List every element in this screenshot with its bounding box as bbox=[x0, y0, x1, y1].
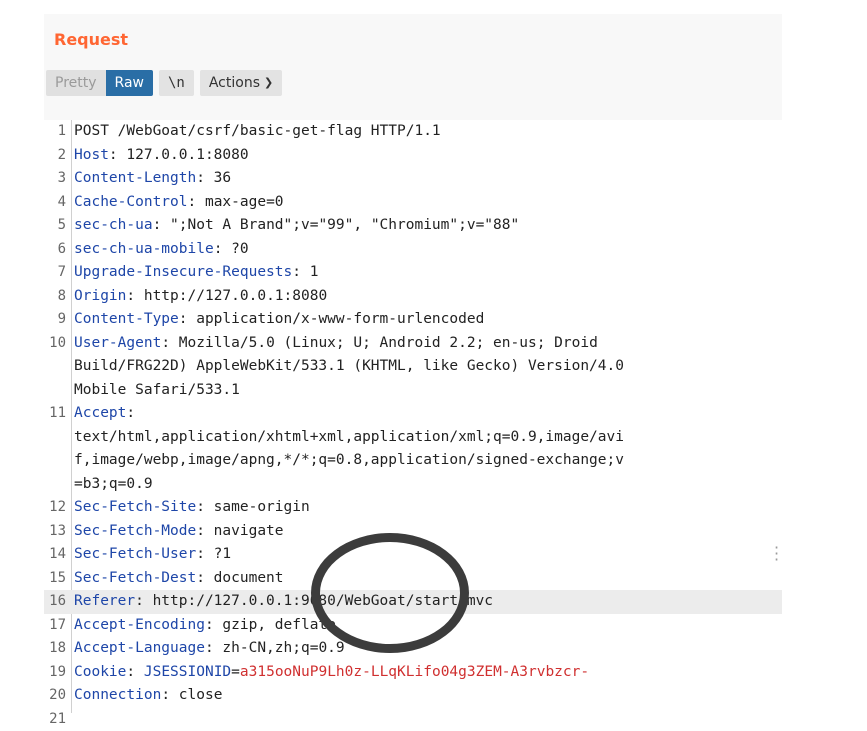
header-value: : bbox=[126, 405, 135, 421]
request-line[interactable]: 20 Connection: close bbox=[44, 684, 782, 708]
header-value: : gzip, deflate bbox=[205, 617, 336, 633]
header-value: : ?1 bbox=[196, 546, 231, 562]
header-name: Connection bbox=[74, 687, 161, 703]
line-number: 10 bbox=[44, 332, 66, 356]
header-name: Referer bbox=[74, 593, 135, 609]
request-line[interactable]: 2 Host: 127.0.0.1:8080 bbox=[44, 144, 782, 168]
header-value: : Mozilla/5.0 (Linux; U; Android 2.2; en… bbox=[161, 335, 598, 351]
request-line[interactable]: 9 Content-Type: application/x-www-form-ur… bbox=[44, 308, 782, 332]
show-newlines-button[interactable]: \n bbox=[159, 70, 194, 96]
line-number: 15 bbox=[44, 567, 66, 591]
header-value: : bbox=[126, 664, 143, 680]
header-value: : same-origin bbox=[196, 499, 310, 515]
request-line[interactable]: 19 Cookie: JSESSIONID=a315ooNuP9Lh0z-LLqK… bbox=[44, 661, 782, 685]
header-name: Sec-Fetch-User bbox=[74, 546, 196, 562]
header-value: : http://127.0.0.1:8080 bbox=[126, 288, 327, 304]
request-line[interactable]: =b3;q=0.9 bbox=[44, 473, 782, 497]
header-name: Host bbox=[74, 147, 109, 163]
line-number: 6 bbox=[44, 238, 66, 262]
header-value: : 127.0.0.1:8080 bbox=[109, 147, 249, 163]
header-value: : close bbox=[161, 687, 222, 703]
cookie-value: a315ooNuP9Lh0z-LLqKLifo04g3ZEM-A3rvbzcr- bbox=[240, 664, 589, 680]
header-value: : navigate bbox=[196, 523, 283, 539]
request-line[interactable]: 6 sec-ch-ua-mobile: ?0 bbox=[44, 238, 782, 262]
header-name: Accept-Encoding bbox=[74, 617, 205, 633]
request-line[interactable]: Mobile Safari/533.1 bbox=[44, 379, 782, 403]
request-line[interactable]: text/html,application/xhtml+xml,applicat… bbox=[44, 426, 782, 450]
header-name: User-Agent bbox=[74, 335, 161, 351]
header-name: Sec-Fetch-Site bbox=[74, 499, 196, 515]
header-name: Sec-Fetch-Dest bbox=[74, 570, 196, 586]
header-name: Accept bbox=[74, 405, 126, 421]
pretty-tab[interactable]: Pretty bbox=[46, 70, 106, 96]
request-line[interactable]: f,image/webp,image/apng,*/*;q=0.8,applic… bbox=[44, 449, 782, 473]
header-name: Cache-Control bbox=[74, 194, 188, 210]
header-value: : ?0 bbox=[214, 241, 249, 257]
header-value: f,image/webp,image/apng,*/*;q=0.8,applic… bbox=[74, 452, 624, 468]
raw-tab[interactable]: Raw bbox=[106, 70, 153, 96]
header-value: : zh-CN,zh;q=0.9 bbox=[205, 640, 345, 656]
view-toolbar: Pretty Raw \n Actions❯ bbox=[46, 70, 282, 98]
header-value: : max-age=0 bbox=[188, 194, 284, 210]
actions-dropdown[interactable]: Actions❯ bbox=[200, 70, 282, 96]
header-name: Upgrade-Insecure-Requests bbox=[74, 264, 292, 280]
header-value: : application/x-www-form-urlencoded bbox=[179, 311, 485, 327]
line-number: 3 bbox=[44, 167, 66, 191]
header-name: Content-Type bbox=[74, 311, 179, 327]
chevron-down-icon: ❯ bbox=[264, 70, 273, 96]
request-line[interactable]: 10 User-Agent: Mozilla/5.0 (Linux; U; And… bbox=[44, 332, 782, 356]
header-name: Content-Length bbox=[74, 170, 196, 186]
request-line[interactable]: 3 Content-Length: 36 bbox=[44, 167, 782, 191]
line-number: 17 bbox=[44, 614, 66, 638]
header-value: = bbox=[231, 664, 240, 680]
request-line[interactable]: 8 Origin: http://127.0.0.1:8080 bbox=[44, 285, 782, 309]
request-line[interactable]: 4 Cache-Control: max-age=0 bbox=[44, 191, 782, 215]
line-number: 14 bbox=[44, 543, 66, 567]
line-number: 7 bbox=[44, 261, 66, 285]
header-name: sec-ch-ua-mobile bbox=[74, 241, 214, 257]
line-number: 1 bbox=[44, 120, 66, 144]
request-line[interactable]: 21 bbox=[44, 708, 782, 731]
line-number: 13 bbox=[44, 520, 66, 544]
line-number: 8 bbox=[44, 285, 66, 309]
request-line[interactable]: 1 POST /WebGoat/csrf/basic-get-flag HTTP/… bbox=[44, 120, 782, 144]
request-line[interactable]: 7 Upgrade-Insecure-Requests: 1 bbox=[44, 261, 782, 285]
header-name: sec-ch-ua bbox=[74, 217, 153, 233]
line-number: 19 bbox=[44, 661, 66, 685]
panel-title: Request bbox=[54, 30, 128, 49]
line-number: 4 bbox=[44, 191, 66, 215]
header-name: Sec-Fetch-Mode bbox=[74, 523, 196, 539]
header-name: JSESSIONID bbox=[144, 664, 231, 680]
header-value: Mobile Safari/533.1 bbox=[74, 382, 240, 398]
request-line[interactable]: 5 sec-ch-ua: ";Not A Brand";v="99", "Chro… bbox=[44, 214, 782, 238]
header-value: : 36 bbox=[196, 170, 231, 186]
line-number: 16 bbox=[44, 590, 66, 614]
line-number: 20 bbox=[44, 684, 66, 708]
header-value: Build/FRG22D) AppleWebKit/533.1 (KHTML, … bbox=[74, 358, 624, 374]
header-name: Cookie bbox=[74, 664, 126, 680]
header-name: Accept-Language bbox=[74, 640, 205, 656]
header-value: : ";Not A Brand";v="99", "Chromium";v="8… bbox=[153, 217, 520, 233]
line-number: 12 bbox=[44, 496, 66, 520]
line-number: 21 bbox=[44, 708, 66, 731]
header-value: : document bbox=[196, 570, 283, 586]
request-line[interactable]: 12 Sec-Fetch-Site: same-origin bbox=[44, 496, 782, 520]
header-value: : 1 bbox=[292, 264, 318, 280]
request-line[interactable]: 11 Accept: bbox=[44, 402, 782, 426]
header-value: POST /WebGoat/csrf/basic-get-flag HTTP/1… bbox=[74, 123, 441, 139]
line-number: 11 bbox=[44, 402, 66, 426]
more-options-icon[interactable]: ··· bbox=[774, 545, 779, 563]
header-value: text/html,application/xhtml+xml,applicat… bbox=[74, 429, 624, 445]
line-number: 18 bbox=[44, 637, 66, 661]
actions-label: Actions bbox=[209, 75, 260, 91]
annotation-circle bbox=[311, 533, 469, 653]
request-line[interactable]: Build/FRG22D) AppleWebKit/533.1 (KHTML, … bbox=[44, 355, 782, 379]
header-name: Origin bbox=[74, 288, 126, 304]
header-value: =b3;q=0.9 bbox=[74, 476, 153, 492]
line-number: 5 bbox=[44, 214, 66, 238]
line-number: 2 bbox=[44, 144, 66, 168]
line-number: 9 bbox=[44, 308, 66, 332]
